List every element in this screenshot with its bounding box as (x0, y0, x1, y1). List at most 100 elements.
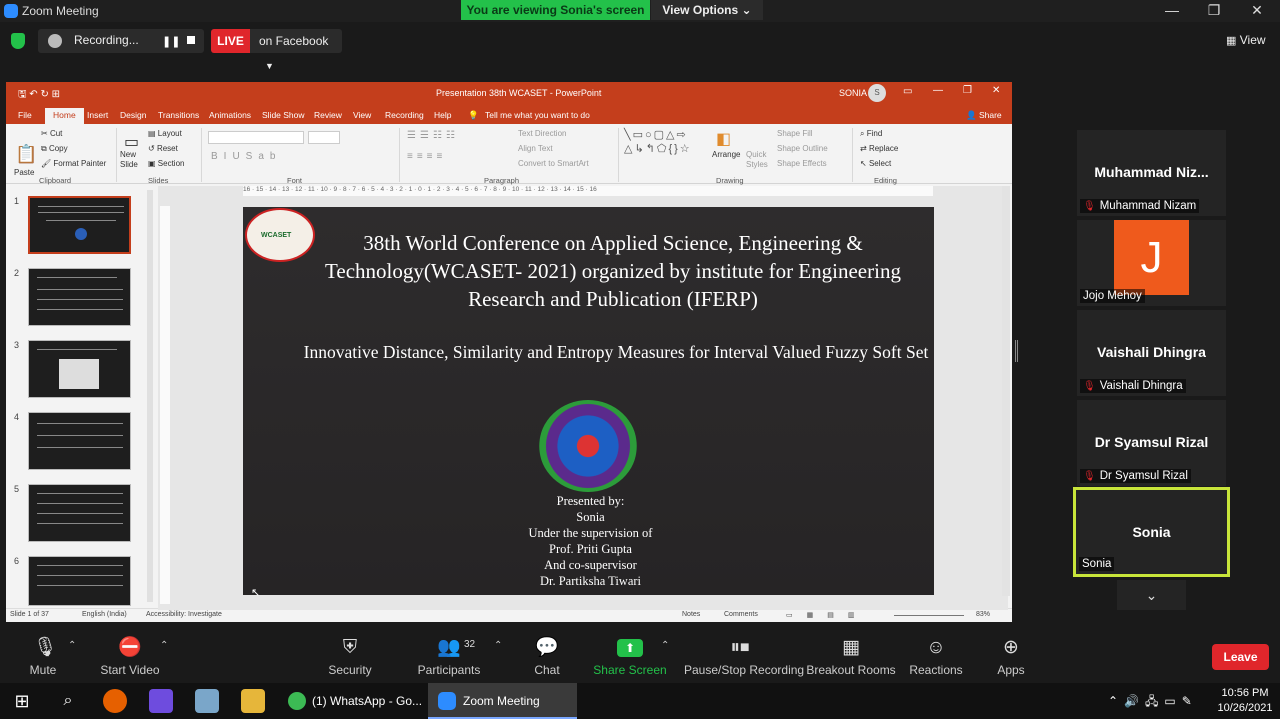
search-icon[interactable]: ⌕ (56, 689, 80, 713)
shape-effects-button[interactable]: Shape Effects (777, 159, 827, 168)
pause-recording-icon[interactable]: ❚❚ (162, 35, 180, 48)
participants-button[interactable]: 👥 32 ⌃ Participants (404, 625, 503, 683)
view-layout-button[interactable]: ▦ View (1226, 33, 1266, 47)
quick-styles-button[interactable]: Quick Styles (746, 150, 772, 170)
tell-me-search[interactable]: Tell me what you want to do (485, 110, 590, 120)
system-tray-icons[interactable]: ⌃🔊🖧▭✎ (1108, 692, 1198, 713)
convert-smartart-button[interactable]: Convert to SmartArt (518, 159, 589, 168)
shapes-gallery[interactable]: ╲▭○▢△⇨ (624, 128, 688, 141)
participant-tile[interactable]: Muhammad Niz... 🎙 Muhammad Nizam (1077, 130, 1226, 216)
start-video-button[interactable]: ⛔ ⌃ Start Video (85, 625, 175, 683)
caret-up-icon[interactable]: ⌃ (160, 640, 168, 651)
mute-button[interactable]: 🎙 ⌃ Mute (0, 625, 90, 683)
arrange-icon[interactable]: ◧ (716, 129, 731, 149)
quick-access-icons[interactable]: 🖫 ↶ ↻ ⊞ (18, 87, 60, 104)
tab-file[interactable]: File (18, 110, 32, 120)
reset-button[interactable]: ↺ Reset (148, 144, 178, 153)
cut-button[interactable]: ✂ Cut (41, 129, 62, 138)
ppt-share-button[interactable]: 👤 Share (966, 110, 1002, 121)
slide-thumbnail-6[interactable] (28, 556, 131, 606)
ppt-restore-icon[interactable]: ❐ (963, 85, 972, 96)
arrange-button[interactable]: Arrange (712, 150, 740, 159)
discord-icon[interactable] (149, 689, 173, 713)
firefox-icon[interactable] (103, 689, 127, 713)
tab-recording[interactable]: Recording (385, 110, 424, 120)
ppt-minimize-icon[interactable]: — (933, 85, 943, 96)
notepad-icon[interactable] (195, 689, 219, 713)
chat-button[interactable]: 💬 Chat (502, 625, 592, 683)
thumb-scrollbar[interactable] (147, 190, 153, 602)
tab-slide-show[interactable]: Slide Show (262, 110, 305, 120)
ribbon-display-icon[interactable]: ▭ (903, 86, 912, 97)
copy-button[interactable]: ⧉ Copy (41, 144, 68, 154)
select-button[interactable]: ↖ Select (860, 159, 891, 168)
participant-tile[interactable]: J Jojo Mehoy (1077, 220, 1226, 306)
taskbar-clock[interactable]: 10:56 PM 10/26/2021 (1214, 686, 1276, 716)
layout-button[interactable]: ▤ Layout (148, 129, 182, 138)
language-indicator[interactable]: English (India) (82, 611, 127, 618)
caret-up-icon[interactable]: ⌃ (68, 640, 76, 651)
font-family-select[interactable] (208, 131, 304, 144)
security-button[interactable]: ⛨ Security (305, 625, 395, 683)
tab-review[interactable]: Review (314, 110, 342, 120)
format-painter-button[interactable]: 🖌 Format Painter (41, 159, 106, 168)
close-icon[interactable]: ✕ (1237, 2, 1277, 19)
slide-thumbnail-1[interactable] (28, 196, 131, 254)
share-screen-button[interactable]: ⬆ ⌃ Share Screen (585, 625, 675, 683)
text-direction-button[interactable]: Text Direction (518, 129, 566, 138)
tab-home[interactable]: Home (45, 108, 84, 124)
livestream-destination[interactable]: on Facebook ▼ (250, 29, 342, 71)
view-options-button[interactable]: View Options ⌄ (651, 0, 763, 20)
shape-outline-button[interactable]: Shape Outline (777, 144, 828, 153)
slide-thumbnail-5[interactable] (28, 484, 131, 542)
paste-icon[interactable]: 📋 (15, 144, 37, 165)
section-button[interactable]: ▣ Section (148, 159, 184, 168)
leave-button[interactable]: Leave (1212, 644, 1269, 670)
find-button[interactable]: ⌕ Find (860, 129, 882, 139)
tab-insert[interactable]: Insert (87, 110, 108, 120)
ppt-close-icon[interactable]: ✕ (992, 85, 1000, 96)
slide-thumbnail-3[interactable] (28, 340, 131, 398)
apps-button[interactable]: ⊕ Apps (966, 625, 1056, 683)
view-mode-icons[interactable]: ▭▦▤▥ (786, 611, 868, 619)
tab-transitions[interactable]: Transitions (158, 110, 199, 120)
font-size-select[interactable] (308, 131, 340, 144)
encryption-shield-icon[interactable] (11, 33, 25, 49)
slide-scrollbar[interactable] (1002, 186, 1010, 596)
font-style-icons[interactable]: BIUSab (211, 151, 281, 162)
tab-help[interactable]: Help (434, 110, 451, 120)
windows-start-icon[interactable]: ⊞ (10, 689, 34, 713)
pause-stop-recording-button[interactable]: ⏸⏹ Pause/Stop Recording (684, 625, 804, 683)
new-slide-icon[interactable]: ▭ (124, 132, 139, 152)
active-speaker-tile[interactable]: Sonia Sonia (1073, 487, 1230, 577)
align-icons[interactable]: ≡≡≡≡ (407, 151, 446, 162)
accessibility-indicator[interactable]: Accessibility: Investigate (146, 611, 222, 618)
caret-up-icon[interactable]: ⌃ (661, 640, 669, 651)
new-slide-button[interactable]: New Slide (120, 150, 150, 170)
paste-button[interactable]: Paste (14, 168, 34, 177)
list-icons[interactable]: ☰☰☷☷ (407, 130, 459, 141)
replace-button[interactable]: ⇄ Replace (860, 144, 898, 153)
minimize-icon[interactable]: — (1152, 2, 1192, 18)
participant-tile[interactable]: Dr Syamsul Rizal 🎙 Dr Syamsul Rizal (1077, 400, 1226, 486)
participant-tile[interactable]: Vaishali Dhingra 🎙 Vaishali Dhingra (1077, 310, 1226, 396)
slide-thumbnail-2[interactable] (28, 268, 131, 326)
align-text-button[interactable]: Align Text (518, 144, 553, 153)
zoom-slider[interactable] (894, 615, 964, 616)
taskbar-zoom[interactable]: Zoom Meeting (428, 683, 577, 719)
notes-button[interactable]: Notes (682, 611, 700, 618)
ppt-user-avatar[interactable]: S (868, 84, 886, 102)
split-view-handle[interactable] (1015, 340, 1018, 362)
tab-design[interactable]: Design (120, 110, 146, 120)
file-explorer-icon[interactable] (241, 689, 265, 713)
tab-animations[interactable]: Animations (209, 110, 251, 120)
restore-icon[interactable]: ❐ (1194, 2, 1234, 19)
breakout-rooms-button[interactable]: ▦ Breakout Rooms (806, 625, 896, 683)
shape-fill-button[interactable]: Shape Fill (777, 129, 813, 138)
taskbar-whatsapp[interactable]: (1) WhatsApp - Go... (280, 683, 425, 719)
zoom-level[interactable]: 83% (976, 611, 990, 618)
comments-button[interactable]: Comments (724, 611, 758, 618)
shapes-gallery-row2[interactable]: △↳↰⬠{}☆ (624, 142, 692, 155)
tab-view[interactable]: View (353, 110, 371, 120)
slide-thumbnail-4[interactable] (28, 412, 131, 470)
